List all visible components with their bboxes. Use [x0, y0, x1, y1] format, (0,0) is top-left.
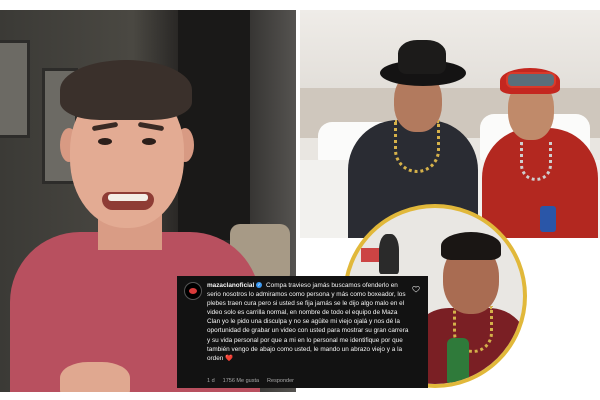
comment-username[interactable]: mazaclanoficial	[207, 282, 254, 289]
cowboy-hat-crown	[398, 40, 446, 74]
reply-button[interactable]: Responder	[267, 378, 294, 384]
red-heart-emoji: ❤️	[225, 354, 234, 362]
doorway	[178, 10, 250, 240]
goggles	[506, 72, 556, 88]
comment-text: mazaclanoficial ✓ Compa travieso jamás bu…	[207, 281, 420, 363]
hair	[441, 232, 501, 260]
hand	[60, 362, 130, 392]
comment-body: Compa travieso jamás buscamos ofenderlo …	[207, 282, 409, 362]
eye	[142, 138, 156, 145]
wall-picture-frame	[0, 40, 30, 138]
heart-outline-icon[interactable]	[412, 285, 420, 293]
comment-time: 1 d	[207, 378, 215, 384]
comment-meta-row: 1 d 1756 Me gusta Responder	[207, 378, 294, 384]
silver-chain	[520, 142, 552, 181]
instagram-comment: mazaclanoficial ✓ Compa travieso jamás bu…	[177, 276, 428, 388]
small-man-figure	[379, 234, 399, 274]
green-bottle	[447, 338, 469, 384]
verified-badge-icon: ✓	[256, 282, 263, 289]
hair	[60, 60, 192, 120]
brand-logo-avatar[interactable]	[184, 282, 202, 300]
comment-likes[interactable]: 1756 Me gusta	[223, 378, 259, 384]
drink-can	[540, 206, 556, 232]
eye	[98, 138, 112, 145]
top-right-photo-two-men	[300, 10, 600, 238]
teeth	[108, 194, 148, 201]
